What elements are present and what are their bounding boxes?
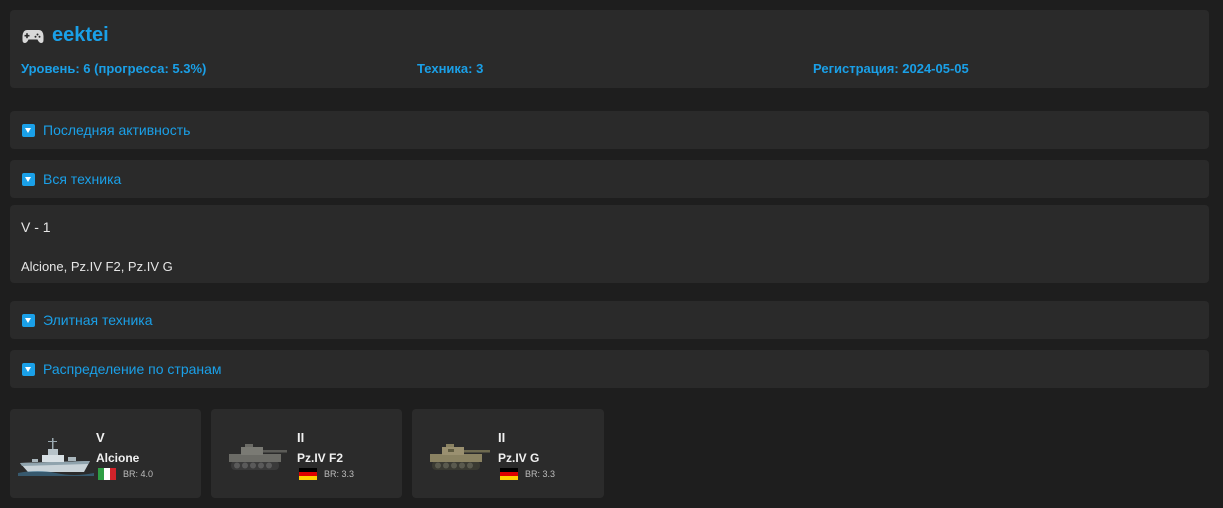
section-label: Распределение по странам bbox=[43, 361, 222, 377]
section-recent-activity[interactable]: Последняя активность bbox=[10, 111, 1209, 149]
vehicle-name: Pz.IV G bbox=[498, 451, 540, 465]
vehicle-card[interactable]: V Alcione BR: 4.0 bbox=[10, 409, 201, 498]
vehicles-count-stat: Техника: 3 bbox=[417, 61, 484, 76]
italy-flag-icon bbox=[98, 468, 116, 480]
expand-triangle-icon bbox=[22, 172, 35, 186]
all-vehicles-content: V - 1 Alcione, Pz.IV F2, Pz.IV G bbox=[10, 205, 1209, 283]
section-country-distribution[interactable]: Распределение по странам bbox=[10, 350, 1209, 388]
vehicle-br: BR: 4.0 bbox=[123, 469, 154, 479]
vehicle-list-line: Alcione, Pz.IV F2, Pz.IV G bbox=[21, 259, 173, 274]
expand-triangle-icon bbox=[22, 362, 35, 376]
vehicle-card[interactable]: II Pz.IV G BR: 3.3 bbox=[412, 409, 604, 498]
section-label: Вся техника bbox=[43, 171, 122, 187]
tank-icon bbox=[430, 444, 490, 470]
tier-count-line: V - 1 bbox=[21, 219, 51, 235]
section-label: Последняя активность bbox=[43, 122, 191, 138]
profile-header: eektei Уровень: 6 (прогресса: 5.3%) Техн… bbox=[10, 10, 1209, 88]
expand-triangle-icon bbox=[22, 123, 35, 137]
germany-flag-icon bbox=[299, 468, 317, 480]
vehicle-name: Pz.IV F2 bbox=[297, 451, 344, 465]
profile-title: eektei bbox=[22, 24, 109, 47]
vehicle-name: Alcione bbox=[96, 451, 140, 465]
level-stat: Уровень: 6 (прогресса: 5.3%) bbox=[21, 61, 207, 76]
vehicle-br: BR: 3.3 bbox=[525, 469, 556, 479]
vehicle-tier: II bbox=[498, 430, 506, 445]
vehicle-tier: II bbox=[297, 430, 305, 445]
expand-triangle-icon bbox=[22, 313, 35, 327]
gamepad-icon bbox=[22, 29, 44, 43]
section-all-vehicles[interactable]: Вся техника bbox=[10, 160, 1209, 198]
username: eektei bbox=[52, 24, 109, 46]
section-label: Элитная техника bbox=[43, 312, 153, 328]
vehicle-card[interactable]: II Pz.IV F2 BR: 3.3 bbox=[211, 409, 402, 498]
vehicle-tier: V bbox=[96, 430, 105, 445]
vehicle-br: BR: 3.3 bbox=[324, 469, 355, 479]
ship-icon bbox=[18, 438, 94, 476]
section-elite-vehicles[interactable]: Элитная техника bbox=[10, 301, 1209, 339]
registration-stat: Регистрация: 2024-05-05 bbox=[813, 61, 969, 76]
germany-flag-icon bbox=[500, 468, 518, 480]
tank-icon bbox=[229, 444, 287, 470]
